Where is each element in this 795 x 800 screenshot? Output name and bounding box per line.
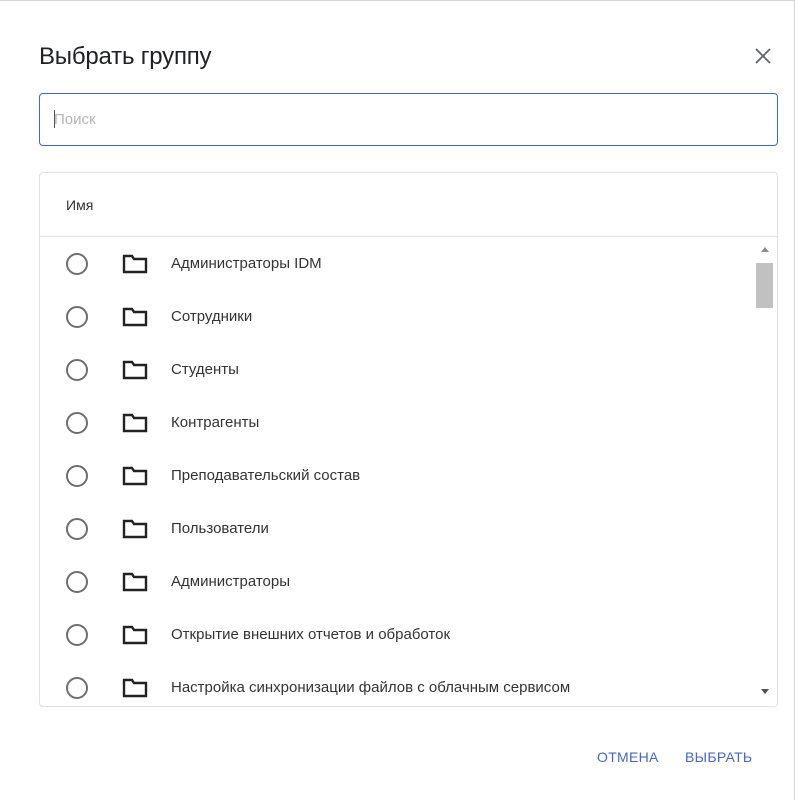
table-row[interactable]: Пользователи xyxy=(40,502,754,555)
group-table: Имя Администраторы IDM Сотрудники Студен… xyxy=(39,172,778,707)
row-label: Администраторы IDM xyxy=(171,255,322,272)
row-label: Настройка синхронизации файлов с облачны… xyxy=(171,679,571,696)
folder-icon xyxy=(122,466,148,486)
folder-icon xyxy=(122,519,148,539)
folder-icon xyxy=(122,254,148,274)
row-label: Пользователи xyxy=(171,520,269,537)
row-label: Студенты xyxy=(171,361,239,378)
folder-icon xyxy=(122,678,148,698)
row-radio[interactable] xyxy=(66,677,88,699)
folder-icon xyxy=(122,572,148,592)
table-row[interactable]: Контрагенты xyxy=(40,396,754,449)
row-label: Преподавательский состав xyxy=(171,467,361,484)
scrollbar-thumb[interactable] xyxy=(756,263,773,308)
cancel-button[interactable]: ОТМЕНА xyxy=(597,749,659,765)
close-icon xyxy=(755,48,771,64)
text-cursor xyxy=(54,110,55,128)
row-radio[interactable] xyxy=(66,412,88,434)
select-group-dialog: Выбрать группу Имя Администраторы IDM xyxy=(0,0,795,800)
select-button[interactable]: ВЫБРАТЬ xyxy=(685,749,752,765)
row-radio[interactable] xyxy=(66,306,88,328)
table-row[interactable]: Администраторы IDM xyxy=(40,237,754,290)
close-button[interactable] xyxy=(748,41,778,71)
table-header: Имя xyxy=(40,173,777,237)
table-row[interactable]: Открытие внешних отчетов и обработок xyxy=(40,608,754,661)
search-box xyxy=(39,93,778,146)
table-row[interactable]: Администраторы xyxy=(40,555,754,608)
folder-icon xyxy=(122,413,148,433)
row-label: Контрагенты xyxy=(171,414,260,431)
dialog-title: Выбрать группу xyxy=(39,43,212,70)
row-label: Сотрудники xyxy=(171,308,253,325)
folder-icon xyxy=(122,307,148,327)
search-input[interactable] xyxy=(54,94,754,145)
vertical-scrollbar[interactable] xyxy=(754,237,777,706)
column-header-name[interactable]: Имя xyxy=(66,197,93,213)
row-radio[interactable] xyxy=(66,253,88,275)
table-row[interactable]: Студенты xyxy=(40,343,754,396)
scroll-up-arrow-icon[interactable] xyxy=(761,247,769,252)
row-radio[interactable] xyxy=(66,518,88,540)
folder-icon xyxy=(122,360,148,380)
table-row[interactable]: Сотрудники xyxy=(40,290,754,343)
row-radio[interactable] xyxy=(66,624,88,646)
table-row[interactable]: Настройка синхронизации файлов с облачны… xyxy=(40,661,754,706)
row-radio[interactable] xyxy=(66,359,88,381)
table-row[interactable]: Преподавательский состав xyxy=(40,449,754,502)
row-radio[interactable] xyxy=(66,465,88,487)
row-radio[interactable] xyxy=(66,571,88,593)
table-body: Администраторы IDM Сотрудники Студенты К… xyxy=(40,237,754,706)
row-label: Администраторы xyxy=(171,573,291,590)
folder-icon xyxy=(122,625,148,645)
scroll-down-arrow-icon[interactable] xyxy=(761,689,769,694)
row-label: Открытие внешних отчетов и обработок xyxy=(171,626,451,643)
